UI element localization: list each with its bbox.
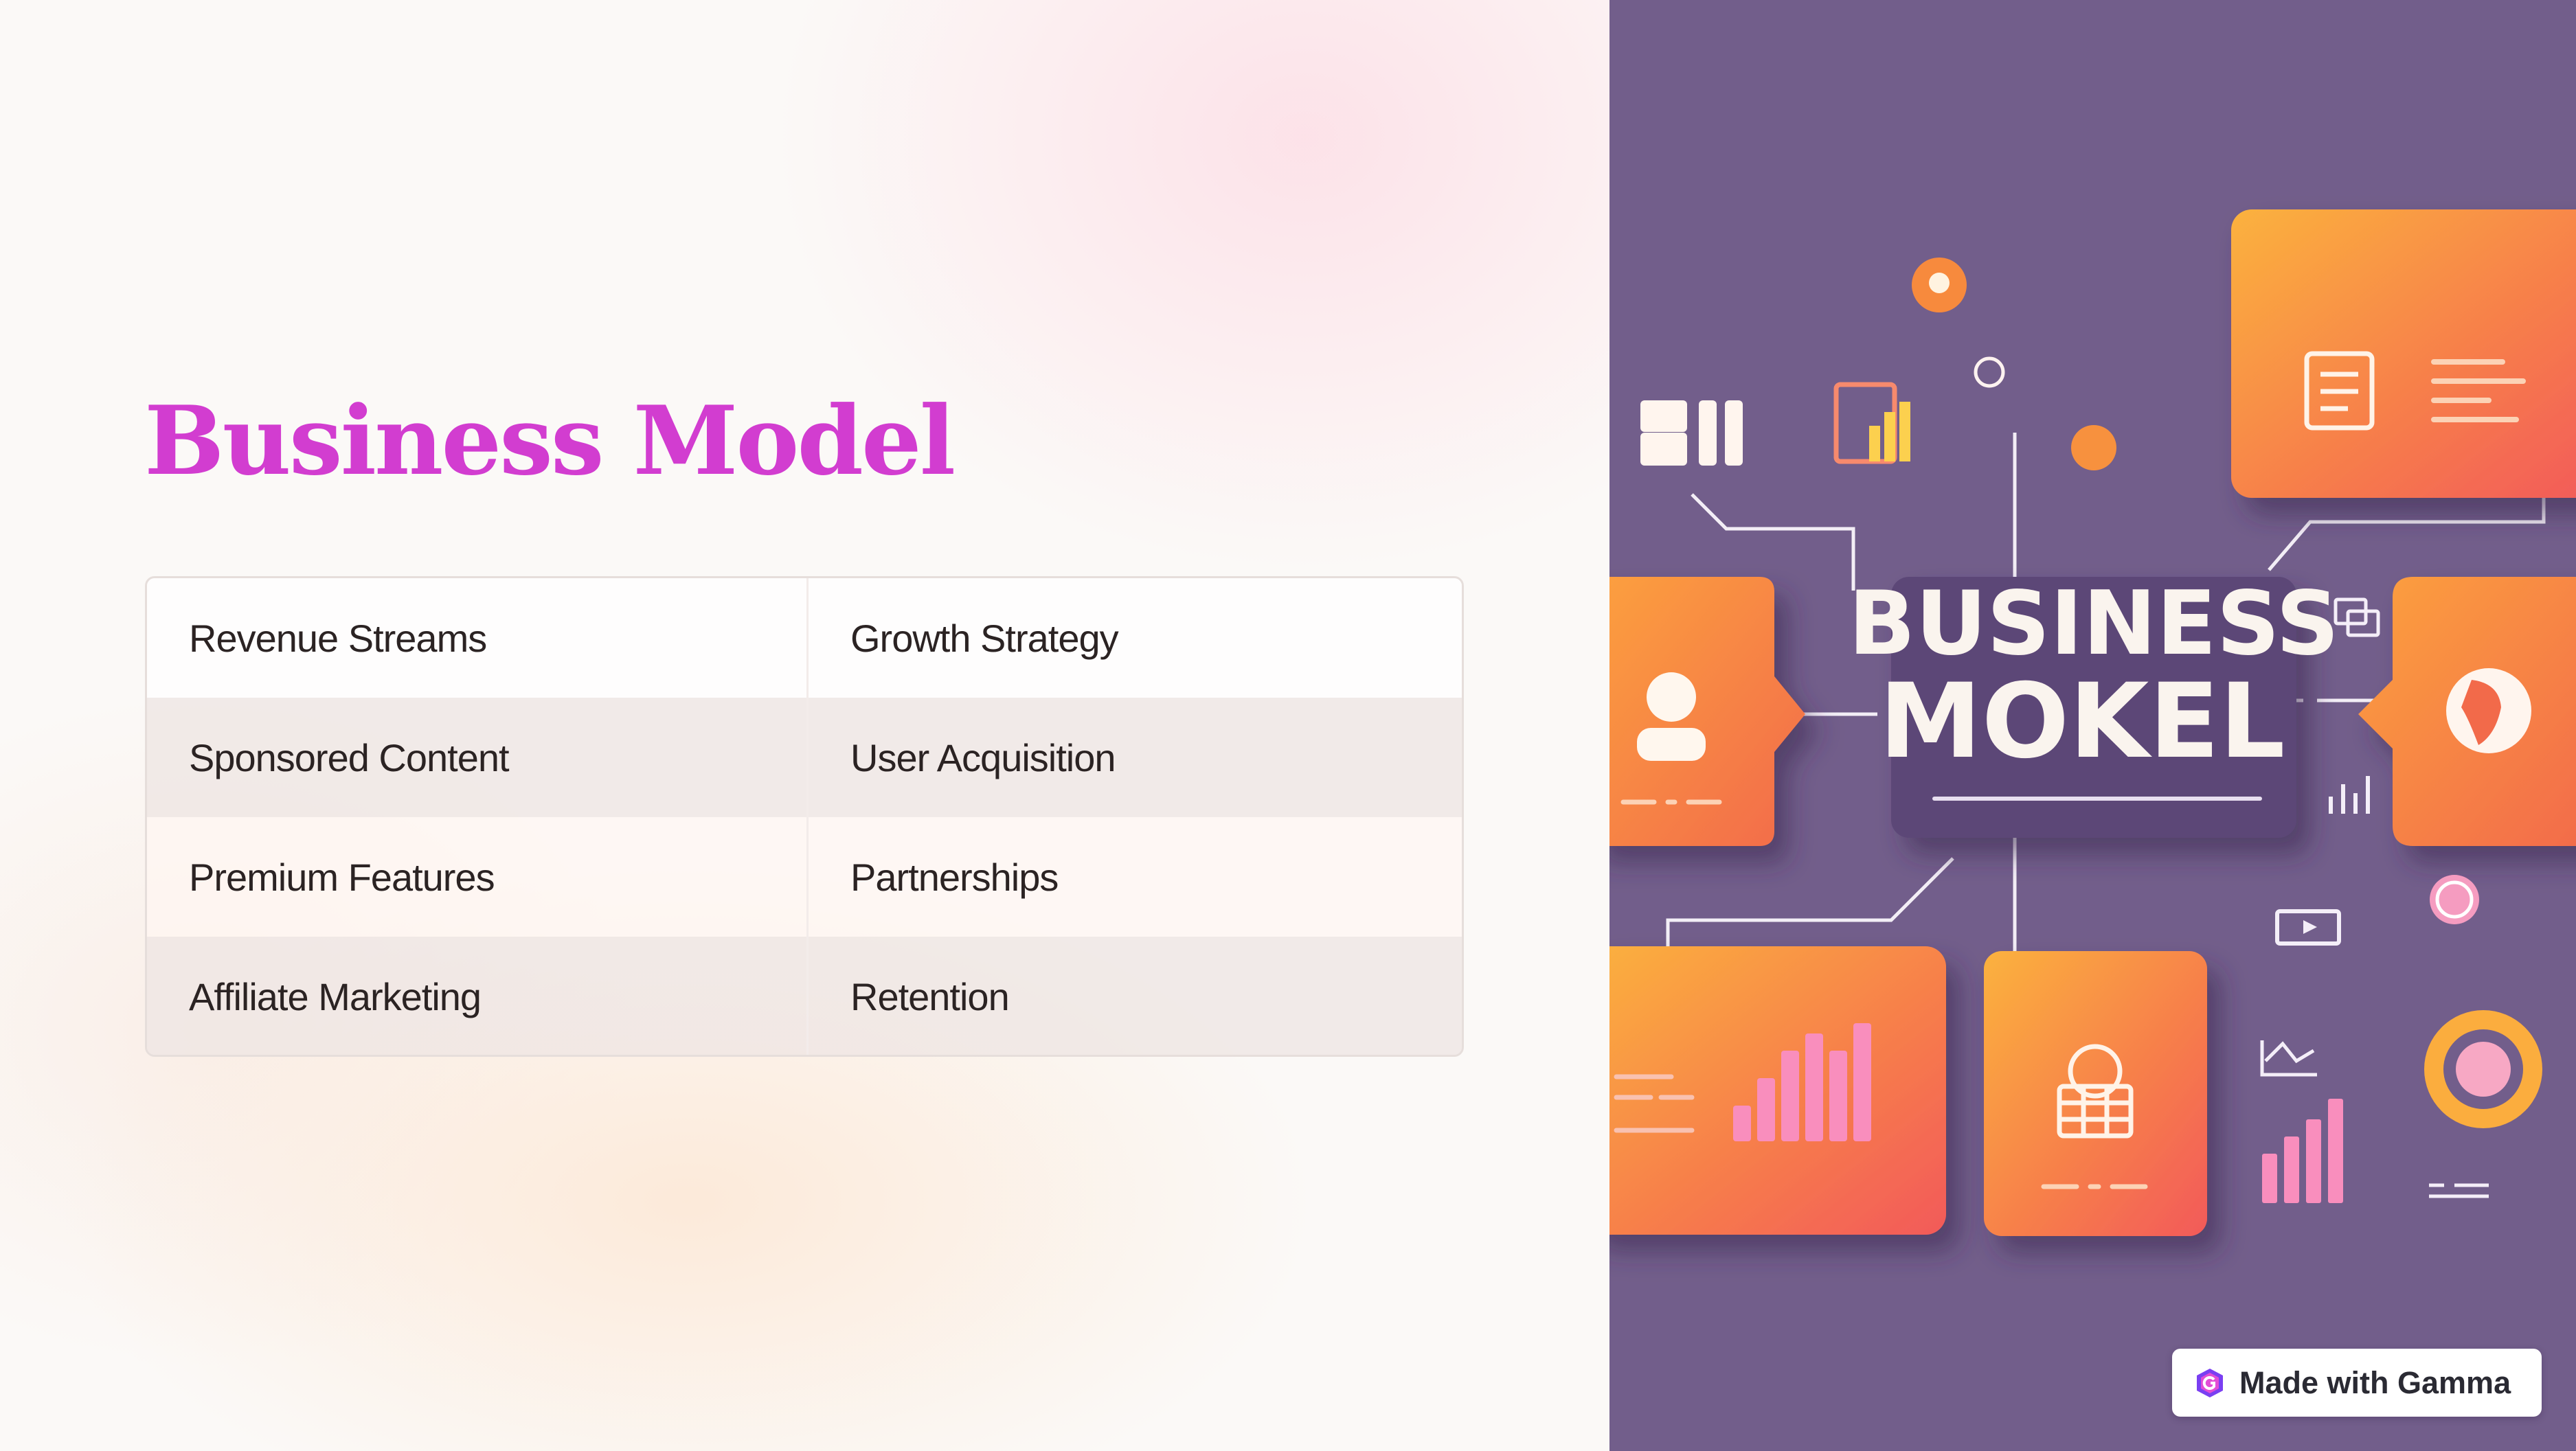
dash-lines-icon xyxy=(2429,1183,2489,1198)
badge-label: Made with Gamma xyxy=(2239,1364,2511,1400)
table-cell: Affiliate Marketing xyxy=(189,974,482,1018)
line-chart-icon xyxy=(2260,1040,2317,1077)
table-header-cell: Revenue Streams xyxy=(189,616,487,660)
slide-content-panel: Business Model Revenue Streams Growth St… xyxy=(0,0,1609,1451)
illustration-svg: BUSINESS MOKEL xyxy=(1609,209,2576,1236)
pink-bar-chart-icon xyxy=(2262,1099,2343,1203)
made-with-gamma-badge[interactable]: Made with Gamma xyxy=(2172,1349,2542,1417)
bottom-left-card xyxy=(1609,946,1946,1235)
headline-line2: MOKEL xyxy=(1879,662,2285,781)
table-cell: User Acquisition xyxy=(806,698,1462,817)
table-cell: Sponsored Content xyxy=(189,735,510,779)
bitcoin-coin-center xyxy=(2456,1042,2511,1097)
table-cell: Partnerships xyxy=(806,817,1462,937)
business-model-illustration: BUSINESS MOKEL xyxy=(1609,0,2576,1451)
gamma-logo-icon xyxy=(2197,1368,2223,1397)
business-model-table: Revenue Streams Growth Strategy Sponsore… xyxy=(145,576,1464,1057)
table-row: Premium Features Partnerships xyxy=(147,817,1462,937)
table-row: Affiliate Marketing Retention xyxy=(147,937,1462,1055)
mini-bars-icon xyxy=(2329,776,2370,814)
slide-title: Business Model xyxy=(144,385,956,496)
building-chart-icon xyxy=(1833,382,1910,464)
table-cell: Premium Features xyxy=(189,855,495,899)
video-play-triangle xyxy=(2303,920,2317,934)
dashboard-blocks-icon xyxy=(1640,400,1743,466)
left-middle-card xyxy=(1609,577,1805,846)
dollar-coin-icon xyxy=(1974,356,2005,388)
headline-underline xyxy=(1932,797,2262,801)
window-stack-icon xyxy=(2334,597,2380,637)
table-header-cell: Growth Strategy xyxy=(806,578,1462,698)
table-header-row: Revenue Streams Growth Strategy xyxy=(147,578,1462,698)
table-cell: Retention xyxy=(806,937,1462,1055)
headline-line1: BUSINESS xyxy=(1849,573,2340,675)
top-right-card xyxy=(2231,209,2576,498)
table-row: Sponsored Content User Acquisition xyxy=(147,698,1462,817)
team-icon-head xyxy=(1929,273,1950,293)
orange-node-dot xyxy=(2071,425,2116,470)
